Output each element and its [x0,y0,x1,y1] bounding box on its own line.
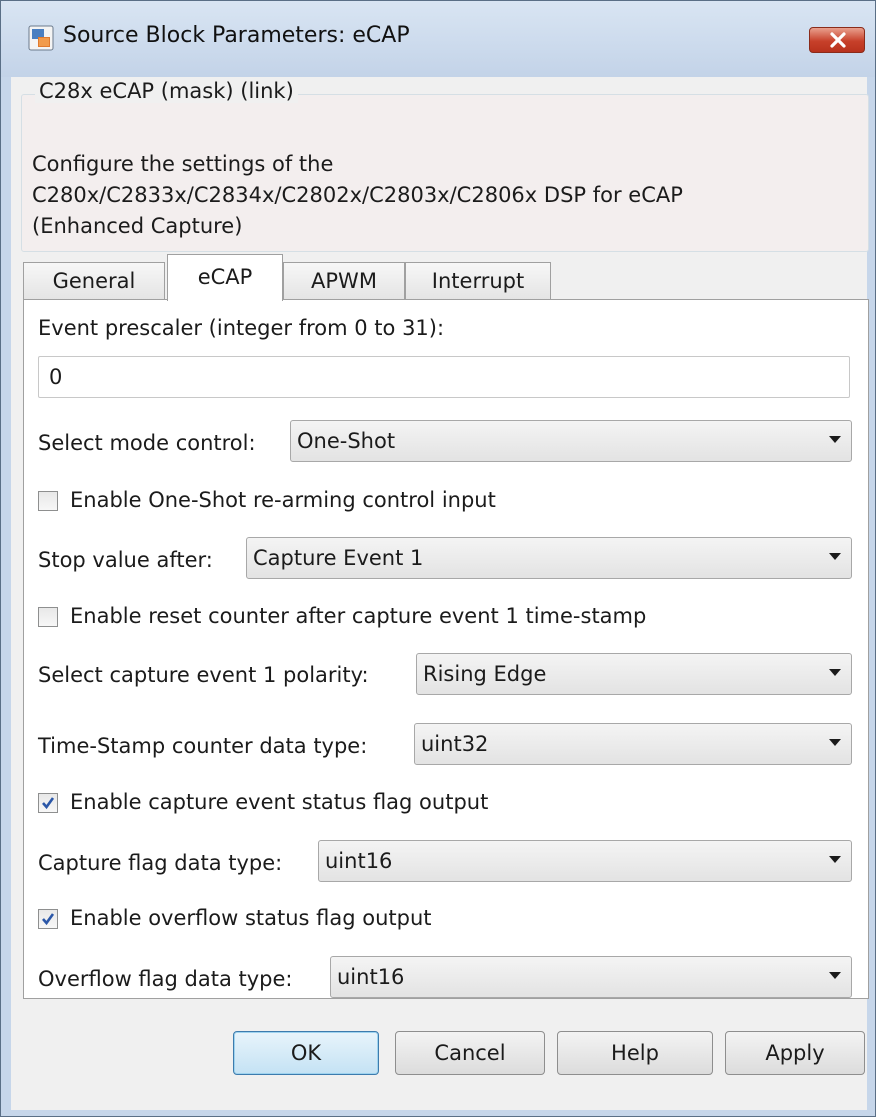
timestamp-type-value: uint32 [421,732,489,756]
checkmark-icon [42,797,55,810]
window-title: Source Block Parameters: eCAP [63,23,410,48]
simulink-block-icon [28,25,54,51]
tab-general[interactable]: General [23,262,165,300]
tab-apwm[interactable]: APWM [283,262,405,300]
help-button[interactable]: Help [557,1031,713,1075]
tab-bar: General eCAP APWM Interrupt [23,254,869,301]
stop-value-label: Stop value after: [38,548,213,572]
description-group: Configure the settings of the C280x/C283… [21,94,869,252]
group-title: C28x eCAP (mask) (link) [35,79,298,103]
description-line: Configure the settings of the [32,152,334,176]
description-line: (Enhanced Capture) [32,214,243,238]
polarity-value: Rising Edge [423,662,547,686]
chevron-down-icon [829,972,841,979]
stop-value-select[interactable]: Capture Event 1 [246,537,852,579]
close-x-icon [830,32,846,48]
chevron-down-icon [829,436,841,443]
timestamp-type-label: Time-Stamp counter data type: [38,734,368,758]
description-text: Configure the settings of the C280x/C283… [32,149,852,242]
checkmark-icon [42,913,55,926]
overflow-flag-label[interactable]: Enable overflow status flag output [70,906,432,930]
overflow-flag-checkbox[interactable] [38,909,58,929]
cancel-button[interactable]: Cancel [395,1031,545,1075]
reset-counter-label[interactable]: Enable reset counter after capture event… [70,604,646,628]
ok-button[interactable]: OK [233,1031,379,1075]
ecap-tab-panel: Event prescaler (integer from 0 to 31): … [23,299,869,999]
rearm-label[interactable]: Enable One-Shot re-arming control input [70,488,496,512]
title-bar[interactable]: Source Block Parameters: eCAP [1,1,875,77]
apply-button[interactable]: Apply [725,1031,865,1075]
overflow-flag-type-select[interactable]: uint16 [330,956,852,998]
polarity-select[interactable]: Rising Edge [416,653,852,695]
overflow-flag-type-label: Overflow flag data type: [38,967,293,991]
reset-counter-checkbox[interactable] [38,607,58,627]
stop-value-value: Capture Event 1 [253,546,424,570]
description-line: C280x/C2833x/C2834x/C2802x/C2803x/C2806x… [32,183,683,207]
overflow-flag-type-value: uint16 [337,965,405,989]
event-prescaler-label: Event prescaler (integer from 0 to 31): [38,316,445,340]
close-button[interactable] [809,27,865,53]
tab-interrupt[interactable]: Interrupt [405,262,551,300]
chevron-down-icon [829,856,841,863]
polarity-label: Select capture event 1 polarity: [38,663,369,687]
capture-flag-type-label: Capture flag data type: [38,851,283,875]
status-flag-label[interactable]: Enable capture event status flag output [70,790,488,814]
chevron-down-icon [829,553,841,560]
mode-control-value: One-Shot [297,429,396,453]
mode-control-label: Select mode control: [38,431,256,455]
mode-control-select[interactable]: One-Shot [290,420,852,462]
status-flag-checkbox[interactable] [38,793,58,813]
capture-flag-type-select[interactable]: uint16 [318,840,852,882]
dialog-client-area: Configure the settings of the C280x/C283… [11,77,869,1110]
event-prescaler-input[interactable]: 0 [38,356,850,398]
rearm-checkbox[interactable] [38,491,58,511]
chevron-down-icon [829,669,841,676]
chevron-down-icon [829,739,841,746]
capture-flag-type-value: uint16 [325,849,393,873]
tab-ecap[interactable]: eCAP [167,254,283,301]
dialog-window: Source Block Parameters: eCAP Configure … [0,0,876,1117]
timestamp-type-select[interactable]: uint32 [414,723,852,765]
